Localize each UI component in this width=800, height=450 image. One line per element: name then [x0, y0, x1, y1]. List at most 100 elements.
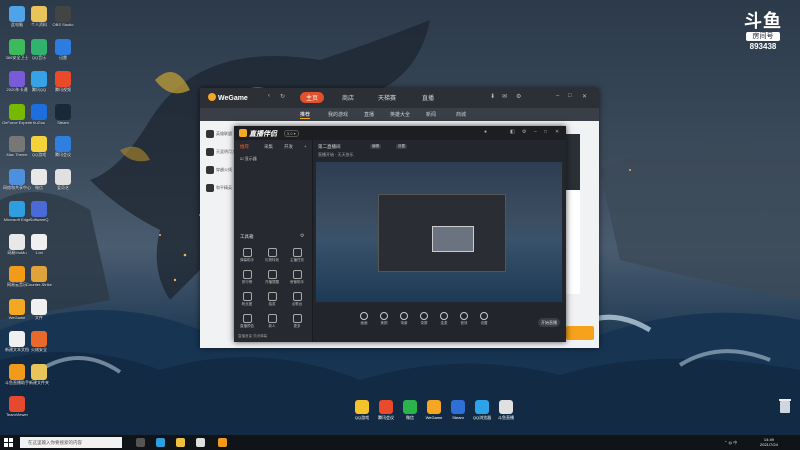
refresh-icon[interactable]: ↻	[280, 93, 285, 100]
settings-icon[interactable]: ⚙	[516, 93, 521, 100]
app-icon	[55, 136, 71, 152]
douyu-taskbar-icon[interactable]	[218, 438, 227, 447]
dock-item[interactable]: WeGame	[424, 400, 444, 420]
start-live-button[interactable]: 开始直播	[538, 318, 560, 327]
tool-icon	[242, 248, 252, 257]
dock-label: 微信	[406, 415, 414, 420]
sidebar-item[interactable]: 穿越火线	[206, 166, 236, 180]
dock-item[interactable]: Steam	[448, 400, 468, 420]
desktop-icon[interactable]: 腾讯会议	[50, 136, 76, 157]
recycle-bin-icon[interactable]	[778, 398, 792, 414]
dock-item[interactable]: 腾讯会议	[376, 400, 396, 421]
close-icon[interactable]: ✕	[582, 93, 587, 100]
skin-icon[interactable]: ◧	[510, 129, 515, 135]
desktop-icon[interactable]: 文件	[26, 298, 52, 320]
bottom-tool[interactable]: 画面	[356, 312, 372, 326]
bottom-tool[interactable]: 音效	[456, 312, 472, 326]
tab-dev[interactable]: 开发	[284, 144, 293, 150]
desktop-icon[interactable]: 新建文件夹	[26, 363, 52, 385]
desktop-icon-label: SoftwareQ	[29, 217, 49, 222]
subtab-2[interactable]: 直播	[364, 111, 374, 118]
file-explorer-icon[interactable]	[176, 438, 185, 447]
subtab-0[interactable]: 推荐	[300, 111, 311, 119]
edit-pill[interactable]: 编辑	[370, 144, 381, 149]
tool-item[interactable]: 房管助手	[288, 270, 306, 285]
tool-item[interactable]: 新人	[263, 314, 281, 329]
bottom-tool-label: 录屏	[420, 321, 428, 325]
download-icon[interactable]: ⬇	[490, 93, 495, 100]
tab-home[interactable]: 主页	[300, 92, 325, 103]
tab-ladder[interactable]: 天梯赛	[378, 93, 396, 102]
dock-item[interactable]: 斗鱼直播	[496, 400, 516, 421]
subtab-1[interactable]: 我的游戏	[328, 111, 348, 118]
wegame-titlebar: WeGame ‹ ↻ 主页 商店 天梯赛 直播 ⬇ ✉ ⚙ – □ ✕	[200, 88, 599, 108]
settings-icon[interactable]: ⚙	[522, 129, 526, 135]
desktop-icon[interactable]: 迅雷	[50, 38, 76, 60]
desktop-icon[interactable]: Counter-Strike	[26, 266, 52, 287]
desktop-icon[interactable]: 爱奇艺	[50, 168, 76, 190]
tool-item[interactable]: 粉丝团	[238, 292, 256, 307]
toolbox-settings-icon[interactable]: ⚙	[300, 233, 304, 239]
tool-item[interactable]: 直播预告	[238, 314, 256, 329]
desktop-icon[interactable]: 火绒安全	[26, 331, 52, 352]
desktop-icon[interactable]: OBS Studio	[50, 6, 76, 27]
wegame-promo-button[interactable]	[566, 326, 594, 340]
desktop-icon[interactable]: Steam	[50, 103, 76, 125]
close-icon[interactable]: ✕	[555, 129, 559, 135]
bottom-tool[interactable]: 连麦	[436, 312, 452, 326]
app-icon	[355, 400, 369, 414]
tool-label: 直播预告	[240, 324, 254, 328]
tool-item[interactable]: 抽奖	[263, 292, 281, 307]
tool-label: 房管助手	[290, 280, 304, 284]
bottom-tool[interactable]: 录屏	[416, 312, 432, 326]
minimize-icon[interactable]: –	[556, 93, 559, 99]
system-tray[interactable]: ⌃ ◍ 中	[724, 440, 737, 446]
back-icon[interactable]: ‹	[268, 93, 270, 99]
tool-item[interactable]: 弹幕助手	[238, 248, 256, 263]
tab-recommend[interactable]: 推荐	[240, 144, 249, 150]
tab-capture[interactable]: 采集	[264, 144, 273, 150]
sidebar-item[interactable]: 英雄联盟	[206, 130, 236, 144]
sidebar-item[interactable]: 和平精英	[206, 184, 236, 198]
mail-icon[interactable]: ✉	[502, 93, 507, 100]
tool-item[interactable]: 更多	[288, 314, 306, 329]
tab-live[interactable]: 直播	[422, 93, 434, 102]
sidebar-item[interactable]: 天涯明月刀	[206, 148, 236, 162]
bottom-tool[interactable]: 设置	[476, 312, 492, 326]
bottom-tool-label: 连麦	[440, 321, 448, 325]
tool-item[interactable]: 开播提醒	[263, 270, 281, 285]
task-view-icon[interactable]	[136, 438, 145, 447]
app-icon[interactable]	[196, 438, 205, 447]
maximize-icon[interactable]: □	[568, 93, 572, 99]
avatar[interactable]: ●	[484, 129, 487, 135]
taskbar-search-input[interactable]: 在这里输入你要搜索的内容	[20, 437, 122, 448]
dock-item[interactable]: 微信	[400, 400, 420, 421]
clock[interactable]: 14:49 2021/7/24	[760, 437, 778, 447]
desktop-icon[interactable]: TeamViewer	[4, 396, 30, 417]
maximize-icon[interactable]: □	[544, 129, 547, 135]
add-icon[interactable]: +	[304, 144, 307, 149]
settings-pill[interactable]: 设置	[396, 144, 407, 149]
tool-item[interactable]: 礼物特效	[263, 248, 281, 263]
edge-icon[interactable]	[156, 438, 165, 447]
tool-item[interactable]: 排行榜	[238, 270, 256, 285]
source-item[interactable]: ☑ 显示器	[240, 156, 257, 162]
tool-item[interactable]: 主播任务	[288, 248, 306, 263]
bottom-tool[interactable]: 场景	[396, 312, 412, 326]
bottom-tool[interactable]: 美颜	[376, 312, 392, 326]
subtab-5[interactable]: 商城	[456, 111, 466, 118]
dock-item[interactable]: QQ游戏	[352, 400, 372, 421]
app-icon	[9, 6, 25, 22]
desktop-icon[interactable]: SoftwareQ	[26, 201, 52, 222]
minimize-icon[interactable]: –	[534, 129, 537, 135]
subtab-3[interactable]: 英雄大全	[390, 111, 410, 118]
tab-store[interactable]: 商店	[342, 93, 354, 102]
tool-item[interactable]: 点歌台	[288, 292, 306, 307]
windows-start-icon[interactable]	[4, 438, 13, 447]
desktop-icon[interactable]: 1.txt	[26, 233, 52, 255]
room-title: 第二直播间	[318, 144, 341, 149]
subtab-4[interactable]: 新闻	[426, 111, 436, 118]
version-badge[interactable]: 5.0 ▾	[284, 130, 299, 137]
desktop-icon[interactable]: 腾讯视频	[50, 71, 76, 92]
dock-item[interactable]: QQ浏览器	[472, 400, 492, 421]
